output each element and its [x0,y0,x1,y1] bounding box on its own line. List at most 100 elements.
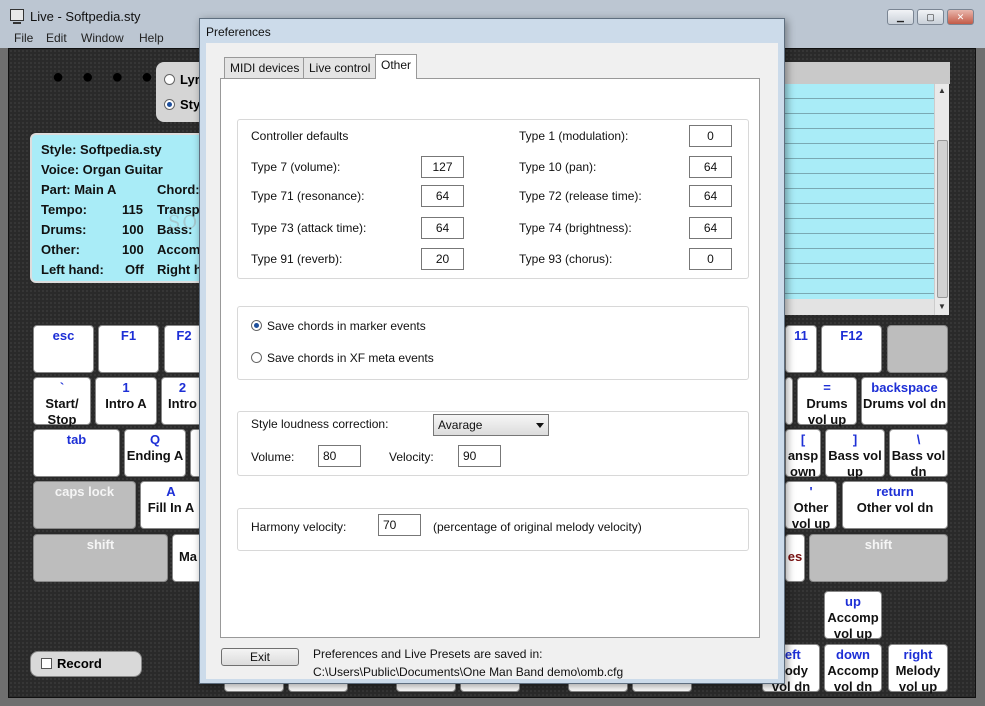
info-right-hand: Right h [157,262,202,277]
tab-other[interactable]: Other [375,54,418,79]
type73-input[interactable]: 64 [421,217,464,239]
tab-live-control[interactable]: Live control [303,57,377,78]
key-tab[interactable]: tab [33,429,120,477]
velocity-input[interactable]: 90 [458,445,501,467]
info-accomp: Accom [157,242,201,257]
key-shift-left[interactable]: shift [33,534,168,582]
close-button[interactable]: ✕ [947,9,974,25]
radio-selected-icon [164,99,175,110]
type72-input[interactable]: 64 [689,185,732,207]
record-button[interactable]: Record [30,651,142,677]
other-tab-panel: Controller defaults Type 1 (modulation):… [220,78,760,638]
info-chord: Chord: [157,182,200,197]
scroll-up-icon[interactable]: ▲ [938,86,946,95]
key-bass-vol-dn[interactable]: \ Bass vol dn [889,429,948,479]
preferences-dialog: Preferences MIDI devices Live control Ot… [199,18,785,684]
key-accomp-vol-up[interactable]: up Accomp vol up [824,591,882,641]
controller-defaults-label: Controller defaults [251,129,349,143]
key-accomp-vol-dn[interactable]: down Accomp vol dn [824,644,882,694]
menu-window[interactable]: Window [81,31,124,45]
type1-label: Type 1 (modulation): [519,129,629,143]
mode-lyrics-radio[interactable]: Lyr [164,72,200,87]
style-info-panel: Style: Softpedia.sty Voice: Organ Guitar… [30,133,210,283]
key-start-stop[interactable]: ` Start/ Stop [33,377,91,427]
mode-style-radio[interactable]: Sty [164,97,200,112]
info-tempo-value: 115 [122,202,143,217]
key-caps-lock[interactable]: caps lock [33,481,136,529]
chevron-down-icon [536,423,544,428]
volume-input[interactable]: 80 [318,445,361,467]
type71-input[interactable]: 64 [421,185,464,207]
scroll-down-icon[interactable]: ▼ [938,302,946,311]
minimize-button[interactable]: ▁ [887,9,914,25]
type10-label: Type 10 (pan): [519,160,597,174]
key-f2[interactable]: F2 [164,325,204,373]
maximize-button[interactable]: ▢ [917,9,944,25]
record-checkbox[interactable] [41,658,52,669]
type74-label: Type 74 (brightness): [519,221,632,235]
type1-input[interactable]: 0 [689,125,732,147]
info-voice: Voice: Organ Guitar [41,162,163,177]
chord-marker-radio[interactable]: Save chords in marker events [251,319,426,333]
list-header [785,62,950,84]
harmony-label: Harmony velocity: [251,520,347,534]
key-drums-vol-dn[interactable]: backspace Drums vol dn [861,377,948,425]
harmony-group: Harmony velocity: 70 (percentage of orig… [237,508,749,551]
menu-file[interactable]: File [14,31,33,45]
key-minus-partial[interactable] [785,377,793,425]
info-left-hand-value: Off [125,262,144,277]
info-other-value: 100 [122,242,144,257]
chord-xf-radio[interactable]: Save chords in XF meta events [251,351,434,365]
key-transpose-down[interactable]: [ansp own [785,429,821,479]
tab-midi-devices[interactable]: MIDI devices [224,57,306,78]
type93-input[interactable]: 0 [689,248,732,270]
velocity-label: Velocity: [389,450,434,464]
info-other-label: Other: [41,242,80,257]
key-drums-vol-up[interactable]: = Drums vol up [797,377,857,427]
loudness-select[interactable]: Avarage [433,414,549,436]
scroll-thumb[interactable] [937,140,948,298]
key-f12[interactable]: F12 [821,325,882,373]
key-ending-a[interactable]: Q Ending A [124,429,186,477]
type73-label: Type 73 (attack time): [251,221,367,235]
type10-input[interactable]: 64 [689,156,732,178]
harmony-input[interactable]: 70 [378,514,421,536]
key-intro-a[interactable]: 1 Intro A [95,377,157,425]
key-esc[interactable]: esc [33,325,94,373]
saved-in-label: Preferences and Live Presets are saved i… [313,647,543,661]
info-left-hand-label: Left hand: [41,262,104,277]
key-melody-vol-up[interactable]: right Melody vol up [888,644,948,694]
type93-label: Type 93 (chorus): [519,252,613,266]
radio-selected-icon [251,320,262,331]
beat-indicator: ● ● ● ● [52,66,159,88]
key-fill-in-a[interactable]: A Fill In A [140,481,202,529]
chord-save-group: Save chords in marker events Save chords… [237,306,749,380]
app-icon [10,9,24,24]
key-intro-b[interactable]: 2 Intro [161,377,204,425]
loudness-group: Style loudness correction: Avarage Volum… [237,411,749,476]
info-drums-value: 100 [122,222,144,237]
info-tempo-label: Tempo: [41,202,87,217]
info-style: Style: Softpedia.sty [41,142,162,157]
key-es-partial[interactable]: es [785,534,805,582]
type7-input[interactable]: 127 [421,156,464,178]
loudness-label: Style loudness correction: [251,417,389,431]
key-f11[interactable]: 11 [785,325,817,373]
key-shift-right[interactable]: shift [809,534,948,582]
type74-input[interactable]: 64 [689,217,732,239]
menu-help[interactable]: Help [139,31,164,45]
exit-button[interactable]: Exit [221,648,299,666]
event-list[interactable] [785,84,934,299]
list-scrollbar[interactable]: ▲ ▼ [934,84,949,315]
key-blank[interactable] [887,325,948,373]
key-other-vol-dn[interactable]: return Other vol dn [842,481,948,529]
key-f1[interactable]: F1 [98,325,159,373]
key-other-vol-up[interactable]: ' Other vol up [785,481,837,531]
key-bass-vol-up[interactable]: ] Bass vol up [825,429,885,479]
menu-edit[interactable]: Edit [46,31,67,45]
volume-label: Volume: [251,450,295,464]
radio-icon [164,74,175,85]
type72-label: Type 72 (release time): [519,189,642,203]
saved-path: C:\Users\Public\Documents\One Man Band d… [313,665,624,679]
type91-input[interactable]: 20 [421,248,464,270]
